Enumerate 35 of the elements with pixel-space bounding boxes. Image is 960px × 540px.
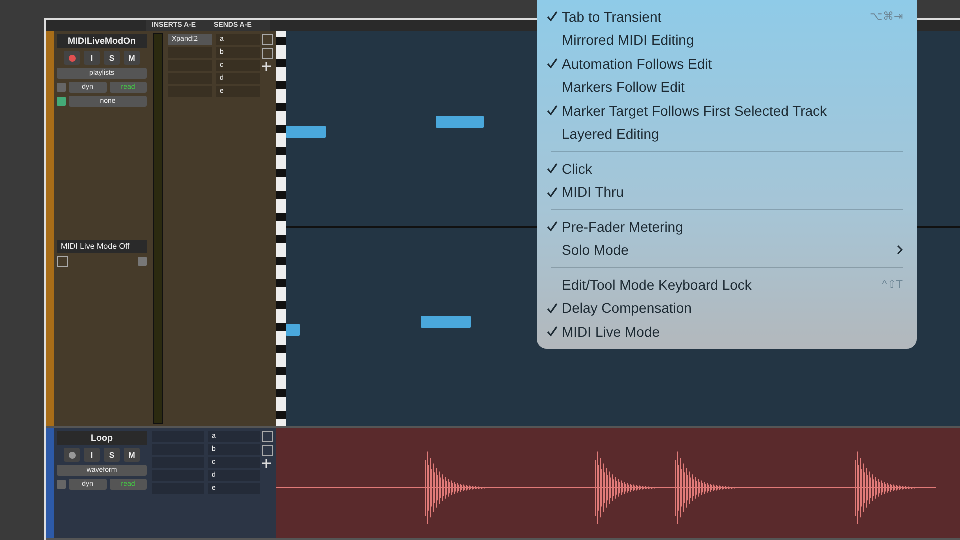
midi-note: [421, 316, 471, 328]
track-button[interactable]: S: [104, 51, 120, 65]
record-button[interactable]: [64, 51, 80, 65]
record-button[interactable]: [64, 448, 80, 462]
menu-item[interactable]: Solo Mode: [537, 238, 917, 262]
menu-item[interactable]: Markers Follow Edit: [537, 76, 917, 99]
list-icon[interactable]: [262, 445, 273, 456]
menu-item[interactable]: Tab to Transient ⌥⌘⇥: [537, 5, 917, 28]
lane-label: MIDI Live Mode Off: [57, 240, 147, 253]
midi-note: [436, 116, 484, 128]
track-button[interactable]: M: [124, 448, 140, 462]
menu-item[interactable]: MIDI Thru: [537, 180, 917, 204]
plus-icon[interactable]: [262, 459, 271, 468]
menu-item[interactable]: Mirrored MIDI Editing: [537, 28, 917, 52]
list-icon[interactable]: [262, 48, 273, 59]
menu-item[interactable]: Edit/Tool Mode Keyboard Lock ^⇧T: [537, 273, 917, 296]
menu-item[interactable]: Click: [537, 157, 917, 180]
menu-item[interactable]: MIDI Live Mode: [537, 320, 917, 344]
track-button[interactable]: I: [84, 448, 100, 462]
track-button[interactable]: S: [104, 448, 120, 462]
menu-item[interactable]: Pre-Fader Metering: [537, 215, 917, 238]
plus-icon[interactable]: [262, 62, 271, 71]
track-name[interactable]: Loop: [57, 431, 147, 445]
midi-note: [286, 324, 300, 336]
square-icon[interactable]: [57, 256, 68, 267]
midi-note: [286, 126, 326, 138]
menu-item[interactable]: Layered Editing: [537, 122, 917, 146]
track-button[interactable]: M: [124, 51, 140, 65]
window-icon[interactable]: [262, 34, 273, 45]
menu-item[interactable]: Automation Follows Edit: [537, 52, 917, 76]
track-button[interactable]: I: [84, 51, 100, 65]
window-icon[interactable]: [262, 431, 273, 442]
track-name[interactable]: MIDILiveModOn: [57, 34, 147, 48]
menu-item[interactable]: Marker Target Follows First Selected Track: [537, 99, 917, 122]
menu-item[interactable]: Delay Compensation: [537, 296, 917, 320]
